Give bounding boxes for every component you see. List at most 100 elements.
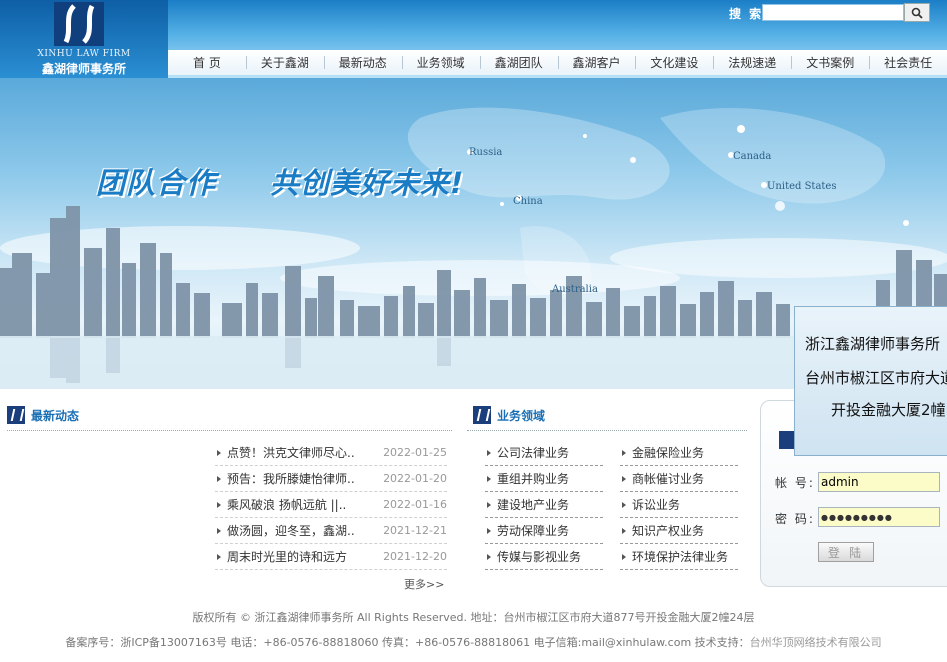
business-item[interactable]: 知识产权业务 [620,518,738,544]
news-item[interactable]: 点赞！洪克文律师尽心.. 2022-01-25 [215,440,447,466]
nav-item-cases[interactable]: 文书案例 [791,54,869,71]
business-item-label: 知识产权业务 [632,524,705,538]
search-icon [911,7,923,19]
business-item-label: 公司法律业务 [497,446,570,460]
business-item-label: 商帐催讨业务 [632,472,705,486]
news-item[interactable]: 做汤圆，迎冬至，鑫湖.. 2021-12-21 [215,518,447,544]
nav-item-regulations[interactable]: 法规速递 [713,54,791,71]
popup-building-line: 开投金融大厦2幢 [831,401,946,419]
bullet-arrow-icon [622,553,626,560]
logo[interactable]: XINHU LAW FIRM 鑫湖律师事务所 [0,0,168,78]
password-input[interactable]: ●●●●●●●●● [818,507,940,527]
login-button[interactable]: 登 陆 [818,542,874,562]
news-item-date: 2021-12-20 [383,550,447,563]
logo-mark-icon [54,2,104,46]
popup-address-line: 台州市椒江区市府大道 [805,369,947,387]
logo-mark-icon [7,406,25,424]
floating-address-popup[interactable]: 浙江鑫湖律师事务所 台州市椒江区市府大道 开投金融大厦2幢 [794,306,947,456]
logo-chinese-name: 鑫湖律师事务所 [41,62,126,76]
bullet-arrow-icon [622,475,626,482]
map-label-australia: Australia [552,284,598,295]
news-item[interactable]: 乘风破浪 扬帆远航 ||.. 2022-01-16 [215,492,447,518]
business-item-label: 重组并购业务 [497,472,570,486]
logo-mark-icon [473,406,491,424]
bullet-arrow-icon [487,475,491,482]
news-item[interactable]: 预告：我所滕婕怡律师.. 2022-01-20 [215,466,447,492]
business-item-label: 建设地产业务 [497,498,570,512]
nav-item-about[interactable]: 关于鑫湖 [245,54,324,71]
account-input[interactable] [818,472,940,492]
main-nav: 首 页 关于鑫湖 最新动态 业务领域 鑫湖团队 鑫湖客户 文化建设 法规速递 文… [168,50,947,75]
news-item-date: 2021-12-21 [383,524,447,537]
business-item-label: 诉讼业务 [632,498,681,512]
bullet-arrow-icon [622,449,626,456]
map-label-china: China [513,196,543,207]
business-item[interactable]: 传媒与影视业务 [485,544,603,570]
news-item-title[interactable]: 点赞！洪克文律师尽心.. [227,444,383,461]
news-item-title[interactable]: 周末时光里的诗和远方 [227,548,383,565]
business-item[interactable]: 金融保险业务 [620,440,738,466]
bullet-arrow-icon [487,449,491,456]
business-item[interactable]: 劳动保障业务 [485,518,603,544]
nav-item-business[interactable]: 业务领域 [401,54,480,71]
business-list: 公司法律业务 金融保险业务 重组并购业务 商帐催讨业务 建设地产业务 诉讼业务 … [485,440,740,570]
news-divider [7,430,452,431]
bullet-arrow-icon [487,553,491,560]
news-item-title[interactable]: 预告：我所滕婕怡律师.. [227,470,383,487]
bullet-arrow-icon [217,449,221,456]
nav-item-team[interactable]: 鑫湖团队 [479,54,558,71]
business-item[interactable]: 建设地产业务 [485,492,603,518]
bullet-arrow-icon [217,501,221,508]
banner-slogan-left: 团队合作 [96,166,217,200]
search-label: 搜 索 [729,7,764,21]
site-header: XINHU LAW FIRM 鑫湖律师事务所 搜 索 首 页 关于鑫湖 最新动态… [0,0,947,78]
business-section-title: 业务领域 [497,408,546,423]
business-item[interactable]: 商帐催讨业务 [620,466,738,492]
bullet-arrow-icon [217,527,221,534]
news-item-title[interactable]: 乘风破浪 扬帆远航 ||.. [227,496,383,513]
password-label: 密 码: [775,512,815,526]
business-item-label: 环境保护法律业务 [632,550,729,564]
nav-item-social[interactable]: 社会责任 [869,54,947,71]
bullet-arrow-icon [217,475,221,482]
footer-contact: 备案序号：浙ICP备13007163号 电话：+86-0576-88818060… [0,634,947,650]
map-label-usa: United States [767,181,837,192]
bullet-arrow-icon [622,527,626,534]
business-section-header: 业务领域 [473,405,545,425]
news-list: 点赞！洪克文律师尽心.. 2022-01-25 预告：我所滕婕怡律师.. 202… [215,440,447,570]
business-item[interactable]: 重组并购业务 [485,466,603,492]
search-button[interactable] [904,3,930,22]
business-divider [467,430,747,431]
nav-item-home[interactable]: 首 页 [168,54,246,71]
news-item-title[interactable]: 做汤圆，迎冬至，鑫湖.. [227,522,383,539]
nav-item-news[interactable]: 最新动态 [323,54,402,71]
news-item[interactable]: 周末时光里的诗和远方 2021-12-20 [215,544,447,570]
business-item[interactable]: 诉讼业务 [620,492,738,518]
news-section-title: 最新动态 [31,408,80,423]
logo-english-name: XINHU LAW FIRM [37,49,131,59]
account-label: 帐 号: [775,476,815,490]
footer-copyright: 版权所有 © 浙江鑫湖律师事务所 All Rights Reserved. 地址… [192,611,755,624]
popup-firm-name: 浙江鑫湖律师事务所 [805,335,941,353]
business-item[interactable]: 公司法律业务 [485,440,603,466]
footer-contact-text: 备案序号：浙ICP备13007163号 电话：+86-0576-88818060… [65,636,750,649]
nav-item-culture[interactable]: 文化建设 [635,54,713,71]
bullet-arrow-icon [622,501,626,508]
business-item[interactable]: 环境保护法律业务 [620,544,738,570]
search-input[interactable] [762,4,904,21]
news-item-date: 2022-01-25 [383,446,447,459]
business-item-label: 传媒与影视业务 [497,550,582,564]
business-item-label: 金融保险业务 [632,446,705,460]
business-item-label: 劳动保障业务 [497,524,570,538]
bullet-arrow-icon [487,527,491,534]
news-section-header: 最新动态 [7,405,79,425]
nav-item-clients[interactable]: 鑫湖客户 [557,54,636,71]
bullet-arrow-icon [487,501,491,508]
map-label-canada: Canada [733,151,772,162]
news-item-date: 2022-01-20 [383,472,447,485]
news-item-date: 2022-01-16 [383,498,447,511]
news-more-link[interactable]: 更多>> [404,576,444,592]
footer-tech-support-link[interactable]: 台州华顶网络技术有限公司 [750,636,882,649]
bullet-arrow-icon [217,553,221,560]
banner-slogan-right: 共创美好未来! [270,166,465,200]
